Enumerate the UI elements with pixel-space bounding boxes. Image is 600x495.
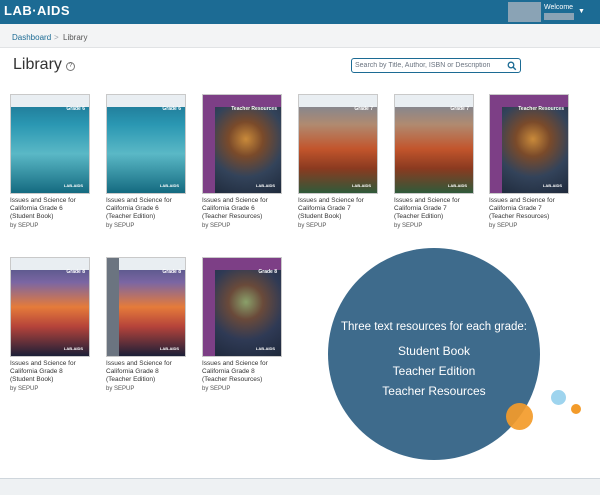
book-cover[interactable]: Teacher Resources LAB-AIDS — [489, 94, 569, 194]
cover-grade-label: Grade 7 — [354, 106, 373, 112]
book-author: by SEPUP — [489, 223, 518, 229]
decorative-dot — [506, 403, 533, 430]
chevron-down-icon[interactable]: ▼ — [578, 8, 585, 15]
cover-publisher: LAB-AIDS — [63, 346, 83, 351]
footer-bar — [0, 478, 600, 495]
book-author: by SEPUP — [10, 223, 39, 229]
book-author: by SEPUP — [10, 386, 39, 392]
book-cover[interactable]: Teacher Resources LAB-AIDS — [202, 94, 282, 194]
book-cover[interactable]: Grade 6 LAB-AIDS — [106, 94, 186, 194]
library-page: LAB·AIDS Welcome ▼ Dashboard > Library L… — [0, 0, 600, 495]
search-icon[interactable] — [507, 61, 517, 71]
book-cover[interactable]: Grade 8 LAB-AIDS — [106, 257, 186, 357]
cover-grade-label: Grade 7 — [450, 106, 469, 112]
book-author: by SEPUP — [394, 223, 423, 229]
book-title[interactable]: Issues and Science for California Grade 6… — [202, 197, 294, 221]
cover-grade-label: Teacher Resources — [231, 106, 277, 112]
cover-grade-label: Grade 6 — [66, 106, 85, 112]
decorative-dot — [571, 404, 581, 414]
search-box[interactable] — [351, 58, 521, 73]
book-title[interactable]: Issues and Science for California Grade 8… — [10, 360, 102, 384]
book-author: by SEPUP — [202, 386, 231, 392]
cover-publisher: LAB-AIDS — [63, 183, 83, 188]
book-title[interactable]: Issues and Science for California Grade 7… — [394, 197, 486, 221]
breadcrumb-dashboard-link[interactable]: Dashboard — [12, 33, 51, 42]
book-author: by SEPUP — [298, 223, 327, 229]
lab-aids-logo[interactable]: LAB·AIDS — [4, 3, 70, 18]
book-title[interactable]: Issues and Science for California Grade 8… — [106, 360, 198, 384]
book-title[interactable]: Issues and Science for California Grade 6… — [106, 197, 198, 221]
book-title[interactable]: Issues and Science for California Grade 7… — [298, 197, 390, 221]
question-circle-icon[interactable]: ? — [66, 62, 75, 71]
search-input[interactable] — [355, 60, 505, 71]
cover-publisher: LAB-AIDS — [447, 183, 467, 188]
cover-publisher: LAB-AIDS — [542, 183, 562, 188]
cover-grade-label: Grade 6 — [162, 106, 181, 112]
book-cover[interactable]: Grade 6 LAB-AIDS — [10, 94, 90, 194]
cover-publisher: LAB-AIDS — [255, 183, 275, 188]
callout-circle: Three text resources for each grade: Stu… — [328, 248, 540, 460]
book-cover[interactable]: Grade 8 LAB-AIDS — [202, 257, 282, 357]
top-navbar: LAB·AIDS Welcome ▼ — [0, 0, 600, 24]
breadcrumb-current: Library — [63, 33, 88, 42]
callout-heading: Three text resources for each grade: — [340, 321, 527, 333]
breadcrumb-separator: > — [54, 33, 59, 42]
cover-publisher: LAB-AIDS — [159, 346, 179, 351]
book-author: by SEPUP — [106, 386, 135, 392]
cover-grade-label: Grade 8 — [258, 269, 277, 275]
welcome-text: Welcome — [544, 4, 574, 11]
callout-item: Student Book — [397, 344, 471, 358]
cover-grade-label: Teacher Resources — [518, 106, 564, 112]
callout-item: Teacher Edition — [392, 364, 476, 378]
book-cover[interactable]: Grade 7 LAB-AIDS — [394, 94, 474, 194]
cover-publisher: LAB-AIDS — [255, 346, 275, 351]
callout-item: Teacher Resources — [382, 384, 486, 398]
book-author: by SEPUP — [106, 223, 135, 229]
book-title[interactable]: Issues and Science for California Grade 7… — [489, 197, 581, 221]
decorative-dot — [551, 390, 566, 405]
book-author: by SEPUP — [202, 223, 231, 229]
book-title[interactable]: Issues and Science for California Grade 6… — [10, 197, 102, 221]
book-cover[interactable]: Grade 8 LAB-AIDS — [10, 257, 90, 357]
cover-publisher: LAB-AIDS — [159, 183, 179, 188]
cover-publisher: LAB-AIDS — [351, 183, 371, 188]
breadcrumb: Dashboard > Library — [0, 24, 600, 48]
avatar[interactable] — [508, 2, 541, 22]
cover-grade-label: Grade 8 — [66, 269, 85, 275]
username-redacted — [544, 13, 574, 20]
book-title[interactable]: Issues and Science for California Grade 8… — [202, 360, 294, 384]
page-title: Library — [13, 56, 62, 73]
book-cover[interactable]: Grade 7 LAB-AIDS — [298, 94, 378, 194]
cover-grade-label: Grade 8 — [162, 269, 181, 275]
